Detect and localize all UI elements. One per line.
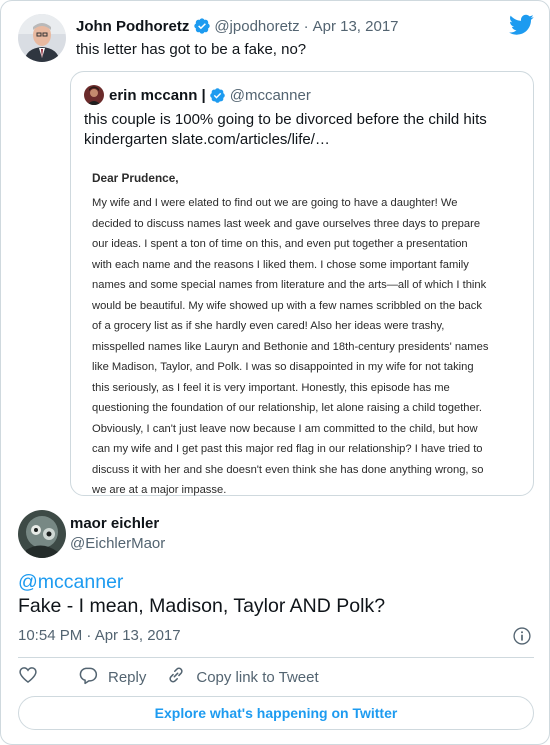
tweet-header: John Podhoretz @jpodhoretz · Apr 13, 201… [76, 16, 399, 36]
copy-link-button[interactable]: Copy link to Tweet [166, 665, 319, 689]
tweet-text: this letter has got to be a fake, no? [76, 41, 307, 58]
letter-line: My wife and I were elated to find out we… [92, 197, 458, 209]
tweet-timestamp[interactable]: 10:54 PM · Apr 13, 2017 [18, 627, 181, 644]
quoted-tweet-header: erin mccann | @mccanner [109, 85, 311, 105]
author-name[interactable]: John Podhoretz [76, 18, 189, 35]
author-name[interactable]: maor eichler [70, 515, 159, 532]
tweet-date[interactable]: Apr 13, 2017 [313, 18, 399, 35]
reply-label: Reply [108, 668, 147, 686]
verified-badge-icon [209, 87, 226, 104]
copy-link-label: Copy link to Tweet [196, 668, 319, 686]
letter-line: would be beautiful. My wife showed up wi… [92, 299, 482, 312]
reply-icon [78, 665, 108, 689]
embedded-tweet-card: John Podhoretz @jpodhoretz · Apr 13, 201… [0, 0, 550, 745]
separator-dot: · [303, 17, 309, 35]
letter-line: we are at a major impasse. [92, 484, 227, 496]
avatar[interactable] [18, 14, 66, 62]
verified-badge-icon [193, 17, 211, 35]
info-icon[interactable] [512, 626, 532, 646]
letter-line: of a grocery list as if she hardly even … [92, 320, 445, 332]
quoted-tweet-text-line: this couple is 100% going to be divorced… [84, 111, 487, 128]
explore-twitter-button[interactable]: Explore what's happening on Twitter [18, 696, 534, 730]
heart-icon [18, 665, 48, 689]
letter-line: can my wife and I get past this major re… [92, 443, 483, 455]
letter-line: questioning the foundation of our relati… [92, 402, 482, 414]
author-handle[interactable]: @jpodhoretz [214, 18, 299, 35]
letter-line: names and some special names from litera… [92, 279, 487, 291]
quoted-tweet-text: this couple is 100% going to be divorced… [84, 110, 514, 150]
letter-line: misspelled names like Lauryn and Bethoni… [92, 340, 489, 353]
mention-link[interactable]: @mccanner [18, 571, 123, 594]
avatar [84, 85, 104, 105]
quoted-author-name: erin mccann | [109, 86, 206, 104]
author-handle[interactable]: @EichlerMaor [70, 535, 165, 552]
quoted-tweet-text-line: kindergarten slate.com/articles/life/… [84, 131, 330, 148]
quoted-author-handle: @mccanner [229, 86, 311, 104]
letter-line: Obviously, I can't just leave now becaus… [92, 422, 478, 435]
letter-line: our ideas. I spent a ton of time on this… [92, 238, 468, 250]
like-button[interactable] [18, 665, 48, 689]
letter-line: like Madison, Taylor, and Polk. I was so… [92, 361, 474, 373]
tweet-text: Fake - I mean, Madison, Taylor AND Polk? [18, 595, 386, 617]
tweet-actions: Reply Copy link to Tweet [18, 666, 339, 688]
avatar[interactable] [18, 510, 66, 558]
letter-image: Dear Prudence, My wife and I were elated… [92, 169, 517, 501]
letter-greeting: Dear Prudence, [92, 171, 179, 185]
link-icon [166, 665, 196, 689]
letter-line: decided to discuss names last week and g… [92, 217, 481, 230]
letter-line: with each name and the reasons I liked t… [92, 258, 469, 271]
twitter-bird-icon[interactable] [509, 14, 534, 36]
reply-button[interactable]: Reply [78, 665, 146, 689]
letter-line: discuss it with her and she doesn't even… [92, 463, 484, 476]
divider [18, 657, 534, 658]
letter-line: this seriously, as I feel it is very imp… [92, 381, 450, 394]
